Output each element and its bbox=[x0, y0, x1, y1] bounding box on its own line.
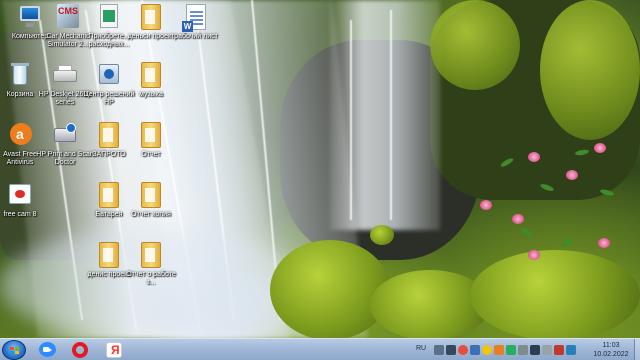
start-button[interactable] bbox=[2, 340, 26, 360]
clock-date: 10.02.2022 bbox=[593, 351, 629, 358]
folder-icon bbox=[99, 182, 119, 208]
show-desktop-button[interactable] bbox=[634, 339, 640, 360]
folder-icon bbox=[141, 182, 161, 208]
network-icon[interactable] bbox=[434, 345, 444, 355]
hp-solution-center-icon bbox=[96, 62, 122, 88]
opera-icon bbox=[72, 342, 88, 358]
battery-icon[interactable] bbox=[506, 345, 516, 355]
supplies-icon bbox=[96, 4, 122, 30]
folder-icon bbox=[141, 122, 161, 148]
game-cms-icon: CMS bbox=[55, 4, 81, 30]
desktop-icon-folder-music[interactable]: музыка bbox=[121, 62, 181, 99]
folder-icon bbox=[141, 4, 161, 30]
update-icon[interactable] bbox=[470, 345, 480, 355]
taskbar-clock[interactable]: 11:03 10.02.2022 bbox=[590, 341, 632, 359]
hp-scan-doctor-icon bbox=[52, 122, 78, 148]
flag-icon[interactable] bbox=[530, 345, 540, 355]
word-document-icon bbox=[182, 4, 206, 32]
free-cam-icon bbox=[7, 182, 33, 208]
folder-icon bbox=[141, 242, 161, 268]
desktop-icon-folder-otchet-kopiya[interactable]: Отчет копия bbox=[121, 182, 181, 219]
taskbar: Я RU 11:03 10.02.2022 bbox=[0, 338, 640, 360]
folder-icon bbox=[99, 242, 119, 268]
system-tray bbox=[434, 339, 578, 360]
clock-time: 11:03 bbox=[602, 342, 620, 349]
desktop-icon-folder-otchet-o-rabote[interactable]: Отчет о работе з... bbox=[121, 242, 181, 287]
yandex-browser-icon: Я bbox=[106, 342, 122, 358]
taskbar-zoom-button[interactable] bbox=[34, 340, 62, 360]
taskbar-yandex-browser-button[interactable]: Я bbox=[100, 340, 128, 360]
desktop-icon-word-document[interactable]: рабочий лист bbox=[166, 4, 226, 41]
taskbar-opera-button[interactable] bbox=[66, 340, 94, 360]
printer-icon[interactable] bbox=[518, 345, 528, 355]
desktop-wallpaper bbox=[0, 0, 640, 338]
volume-icon[interactable] bbox=[446, 345, 456, 355]
windows-logo-icon bbox=[10, 347, 19, 355]
bluetooth-icon[interactable] bbox=[494, 345, 504, 355]
arrow-icon[interactable] bbox=[542, 345, 552, 355]
zoom-icon bbox=[39, 342, 56, 357]
folder-icon bbox=[141, 62, 161, 88]
desktop-icon-free-cam[interactable]: free cam 8 bbox=[0, 182, 50, 219]
printer-icon bbox=[52, 62, 78, 88]
power-icon[interactable] bbox=[566, 345, 576, 355]
antivirus-icon[interactable] bbox=[458, 345, 468, 355]
avast-icon: a bbox=[7, 122, 33, 148]
chat-icon[interactable] bbox=[482, 345, 492, 355]
language-indicator[interactable]: RU bbox=[416, 345, 426, 352]
folder-icon bbox=[99, 122, 119, 148]
speaker-icon[interactable] bbox=[554, 345, 564, 355]
recycle-bin-icon bbox=[7, 62, 33, 88]
desktop-icon-folder-otchet[interactable]: Отчет bbox=[121, 122, 181, 159]
